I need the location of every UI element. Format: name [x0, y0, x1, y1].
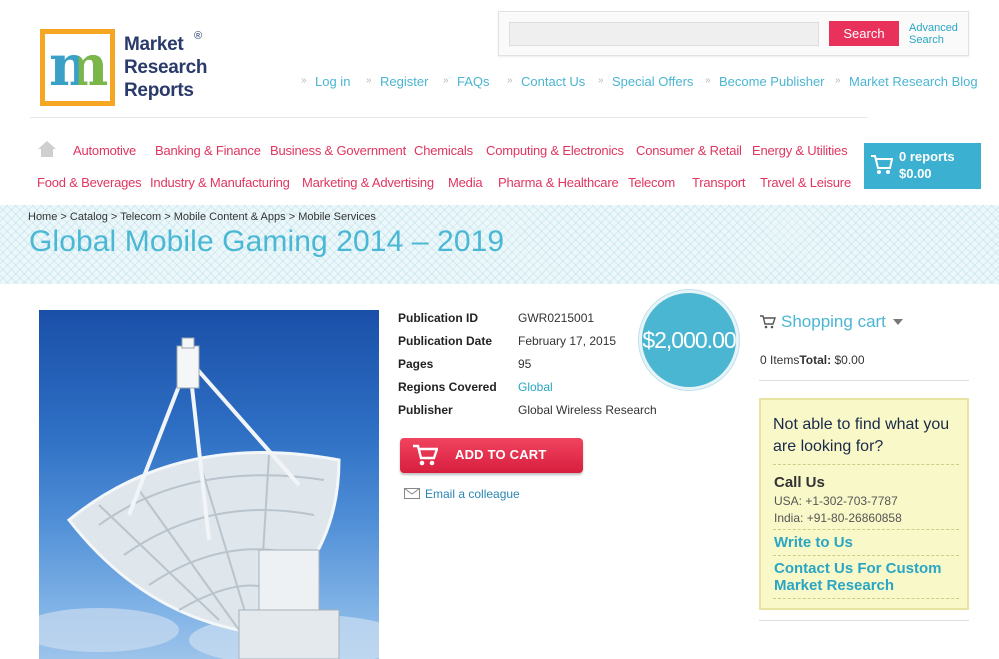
breadcrumb-item[interactable]: Telecom: [120, 211, 161, 223]
category-consumer-retail[interactable]: Consumer & Retail: [636, 143, 742, 158]
add-to-cart-label: ADD TO CART: [455, 447, 547, 462]
register-link[interactable]: Register: [366, 74, 429, 89]
custom-research-link[interactable]: Contact Us For Custom Market Research: [774, 560, 964, 594]
detail-value: Global Wireless Research: [518, 403, 657, 417]
email-icon: [404, 488, 420, 499]
region-link[interactable]: Global: [518, 380, 553, 394]
cart-total-label: Total:: [799, 353, 832, 367]
breadcrumb-separator: >: [164, 211, 171, 223]
advanced-search-line: Advanced: [909, 22, 958, 34]
blog-link[interactable]: Market Research Blog: [835, 74, 978, 89]
detail-label: Publisher: [398, 403, 453, 417]
category-telecom[interactable]: Telecom: [628, 175, 675, 190]
category-energy-utilities[interactable]: Energy & Utilities: [752, 143, 848, 158]
category-marketing-advertising[interactable]: Marketing & Advertising: [302, 175, 434, 190]
cart-icon: [413, 444, 438, 466]
advanced-search-line: Search: [909, 34, 944, 46]
search-input[interactable]: [509, 22, 819, 46]
detail-row: Publisher Global Wireless Research: [398, 403, 698, 421]
logo-text: Market Research Reports: [124, 33, 207, 102]
category-media[interactable]: Media: [448, 175, 483, 190]
price-badge: $2,000.00: [639, 290, 739, 390]
category-banking-finance[interactable]: Banking & Finance: [155, 143, 261, 158]
category-transport[interactable]: Transport: [692, 175, 746, 190]
satellite-dish-illustration: [39, 337, 379, 659]
breadcrumb-item[interactable]: Home: [28, 211, 57, 223]
logo-text-line: Research: [124, 57, 208, 78]
search-box: Search Advanced Search: [498, 11, 969, 56]
shopping-cart-icon: [760, 315, 776, 329]
detail-label: Pages: [398, 357, 434, 371]
special-offers-link[interactable]: Special Offers: [598, 74, 693, 89]
cart-total: $0.00: [899, 166, 932, 181]
page-title: Global Mobile Gaming 2014 – 2019: [29, 225, 505, 258]
breadcrumb-item[interactable]: Mobile Content & Apps: [174, 211, 286, 223]
breadcrumb-item[interactable]: Catalog: [70, 211, 108, 223]
faqs-link[interactable]: FAQs: [443, 74, 489, 89]
shopping-cart-title[interactable]: Shopping cart: [781, 312, 886, 332]
product-image: [39, 310, 379, 659]
category-business-government[interactable]: Business & Government: [270, 143, 406, 158]
category-automotive[interactable]: Automotive: [73, 143, 136, 158]
cart-total-value: $0.00: [834, 353, 865, 367]
help-divider: [773, 598, 959, 599]
registered-mark: ®: [194, 30, 203, 42]
chevron-down-icon[interactable]: [893, 319, 903, 325]
help-divider: [773, 555, 959, 556]
category-food-beverages[interactable]: Food & Beverages: [37, 175, 142, 190]
shopping-cart-summary: 0 ItemsTotal: $0.00: [760, 353, 865, 367]
detail-value: 95: [518, 357, 532, 371]
phone-usa: USA: +1-302-703-7787: [774, 494, 898, 508]
sidebar-divider: [759, 380, 969, 381]
help-box: Not able to find what you are looking fo…: [759, 398, 969, 610]
breadcrumb: Home > Catalog > Telecom > Mobile Conten…: [28, 211, 376, 223]
contact-us-link[interactable]: Contact Us: [507, 74, 585, 89]
sidebar-divider: [759, 620, 969, 621]
detail-label: Publication ID: [398, 311, 479, 325]
detail-row: Regions Covered Global: [398, 380, 698, 398]
phone-india: India: +91-80-26860858: [774, 511, 902, 525]
help-question: Not able to find what you are looking fo…: [773, 416, 950, 455]
site-logo[interactable]: m m Market Research Reports: [40, 29, 212, 109]
category-pharma-healthcare[interactable]: Pharma & Healthcare: [498, 175, 619, 190]
help-divider: [773, 529, 959, 530]
help-divider: [773, 464, 959, 465]
detail-value: February 17, 2015: [518, 334, 617, 348]
header-divider: [30, 117, 868, 118]
breadcrumb-separator: >: [288, 211, 296, 223]
header-cart[interactable]: 0 reports $0.00: [864, 143, 981, 189]
cart-items-count: 0 Items: [760, 353, 800, 367]
search-button[interactable]: Search: [829, 21, 899, 46]
become-publisher-link[interactable]: Become Publisher: [705, 74, 824, 89]
breadcrumb-item[interactable]: Mobile Services: [298, 211, 376, 223]
category-computing-electronics[interactable]: Computing & Electronics: [486, 143, 624, 158]
detail-value: GWR0215001: [518, 311, 595, 325]
category-travel-leisure[interactable]: Travel & Leisure: [760, 175, 851, 190]
advanced-search-link[interactable]: Advanced Search: [909, 22, 958, 46]
cart-count: 0 reports: [899, 149, 955, 164]
login-link[interactable]: Log in: [301, 74, 351, 89]
home-icon[interactable]: [38, 141, 56, 157]
cart-icon: [871, 155, 894, 174]
logo-text-line: Reports: [124, 80, 194, 101]
detail-label: Regions Covered: [398, 380, 497, 394]
breadcrumb-separator: >: [60, 211, 67, 223]
email-colleague-label: Email a colleague: [425, 487, 520, 501]
category-industry-manufacturing[interactable]: Industry & Manufacturing: [150, 175, 290, 190]
category-chemicals[interactable]: Chemicals: [414, 143, 473, 158]
breadcrumb-separator: >: [110, 211, 118, 223]
write-to-us-link[interactable]: Write to Us: [774, 534, 964, 551]
call-us-heading: Call Us: [774, 474, 825, 491]
detail-label: Publication Date: [398, 334, 493, 348]
logo-mark: m m: [40, 29, 115, 106]
add-to-cart-button[interactable]: ADD TO CART: [400, 438, 583, 473]
